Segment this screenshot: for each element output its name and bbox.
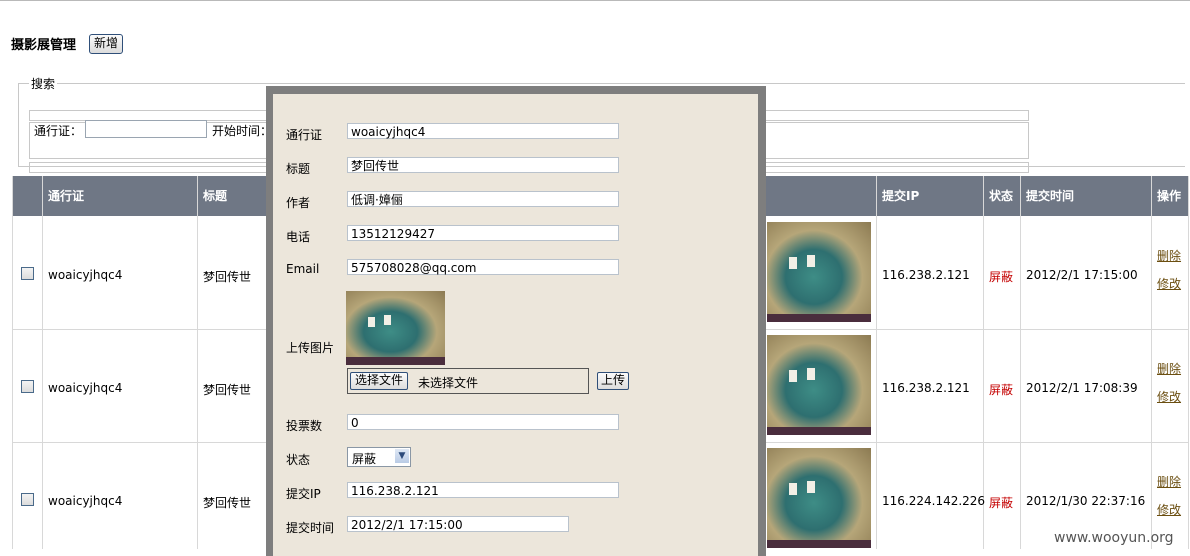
upload-label: 上传图片 bbox=[286, 341, 335, 355]
delete-link[interactable]: 删除 bbox=[1157, 247, 1181, 264]
row-status: 屏蔽 bbox=[989, 383, 1014, 397]
row-time: 2012/1/30 22:37:16 bbox=[1026, 494, 1146, 508]
status-select-value: 屏蔽 bbox=[352, 452, 377, 466]
ip-label: 提交IP bbox=[286, 487, 321, 501]
col-divider bbox=[197, 176, 198, 549]
row-thumbnail bbox=[767, 448, 871, 548]
row-ip: 116.238.2.121 bbox=[882, 268, 970, 282]
row-checkbox[interactable] bbox=[21, 493, 34, 506]
col-divider bbox=[12, 176, 13, 549]
row-time: 2012/2/1 17:08:39 bbox=[1026, 381, 1138, 395]
author-field[interactable]: 低调·嫜俪 bbox=[347, 191, 619, 207]
author-label: 作者 bbox=[286, 196, 311, 210]
search-legend: 搜索 bbox=[31, 77, 56, 91]
row-thumbnail bbox=[767, 222, 871, 322]
row-checkbox[interactable] bbox=[21, 267, 34, 280]
title-field[interactable]: 梦回传世 bbox=[347, 157, 619, 173]
row-title: 梦回传世 bbox=[203, 270, 252, 284]
ip-field[interactable]: 116.238.2.121 bbox=[347, 482, 619, 498]
col-ops: 操作 bbox=[1157, 189, 1182, 203]
row-status: 屏蔽 bbox=[989, 496, 1014, 510]
col-ip: 提交IP bbox=[882, 189, 920, 203]
row-status: 屏蔽 bbox=[989, 270, 1014, 284]
search-pass-label: 通行证： bbox=[34, 124, 83, 138]
col-time: 提交时间 bbox=[1026, 189, 1075, 203]
status-select[interactable]: 屏蔽 ▼ bbox=[347, 447, 411, 467]
row-title: 梦回传世 bbox=[203, 383, 252, 397]
col-divider bbox=[42, 176, 43, 549]
file-picker[interactable]: 选择文件 未选择文件 bbox=[347, 368, 589, 394]
phone-label: 电话 bbox=[286, 230, 311, 244]
col-divider bbox=[1151, 176, 1152, 549]
page-title: 摄影展管理 bbox=[11, 38, 77, 53]
col-divider bbox=[876, 176, 877, 549]
row-title: 梦回传世 bbox=[203, 496, 252, 510]
search-pass-input[interactable] bbox=[85, 120, 207, 138]
time-field[interactable]: 2012/2/1 17:15:00 bbox=[347, 516, 569, 532]
pass-field[interactable]: woaicyjhqc4 bbox=[347, 123, 619, 139]
row-pass: woaicyjhqc4 bbox=[48, 268, 123, 282]
email-label: Email bbox=[286, 262, 320, 276]
col-divider bbox=[1188, 176, 1189, 549]
edit-dialog: 通行证 woaicyjhqc4 标题 梦回传世 作者 低调·嫜俪 电话 1351… bbox=[266, 86, 766, 556]
row-checkbox[interactable] bbox=[21, 380, 34, 393]
search-start-label: 开始时间： bbox=[212, 124, 273, 138]
col-title: 标题 bbox=[203, 189, 228, 203]
edit-link[interactable]: 修改 bbox=[1157, 501, 1181, 518]
row-ip: 116.238.2.121 bbox=[882, 381, 970, 395]
delete-link[interactable]: 删除 bbox=[1157, 473, 1181, 490]
chevron-down-icon[interactable]: ▼ bbox=[395, 449, 409, 463]
row-pass: woaicyjhqc4 bbox=[48, 494, 123, 508]
email-field[interactable]: 575708028@qq.com bbox=[347, 259, 619, 275]
upload-preview-image bbox=[346, 291, 445, 365]
top-border bbox=[0, 0, 1190, 1]
col-status: 状态 bbox=[989, 189, 1014, 203]
col-pass: 通行证 bbox=[48, 189, 85, 203]
status-label: 状态 bbox=[286, 453, 311, 467]
edit-link[interactable]: 修改 bbox=[1157, 275, 1181, 292]
col-divider bbox=[1020, 176, 1021, 549]
phone-field[interactable]: 13512129427 bbox=[347, 225, 619, 241]
pass-label: 通行证 bbox=[286, 128, 323, 142]
delete-link[interactable]: 删除 bbox=[1157, 360, 1181, 377]
row-time: 2012/2/1 17:15:00 bbox=[1026, 268, 1138, 282]
choose-file-button[interactable]: 选择文件 bbox=[350, 372, 409, 390]
title-label: 标题 bbox=[286, 162, 311, 176]
file-name-text: 未选择文件 bbox=[418, 376, 479, 390]
row-ip: 116.224.142.226 bbox=[882, 494, 986, 508]
add-button[interactable]: 新增 bbox=[89, 34, 124, 54]
watermark: www.wooyun.org bbox=[1054, 530, 1174, 546]
edit-link[interactable]: 修改 bbox=[1157, 388, 1181, 405]
upload-button[interactable]: 上传 bbox=[597, 372, 630, 390]
edit-dialog-body: 通行证 woaicyjhqc4 标题 梦回传世 作者 低调·嫜俪 电话 1351… bbox=[273, 94, 758, 556]
time-label: 提交时间 bbox=[286, 521, 335, 535]
votes-field[interactable]: 0 bbox=[347, 414, 619, 430]
row-thumbnail bbox=[767, 335, 871, 435]
row-pass: woaicyjhqc4 bbox=[48, 381, 123, 395]
votes-label: 投票数 bbox=[286, 419, 323, 433]
